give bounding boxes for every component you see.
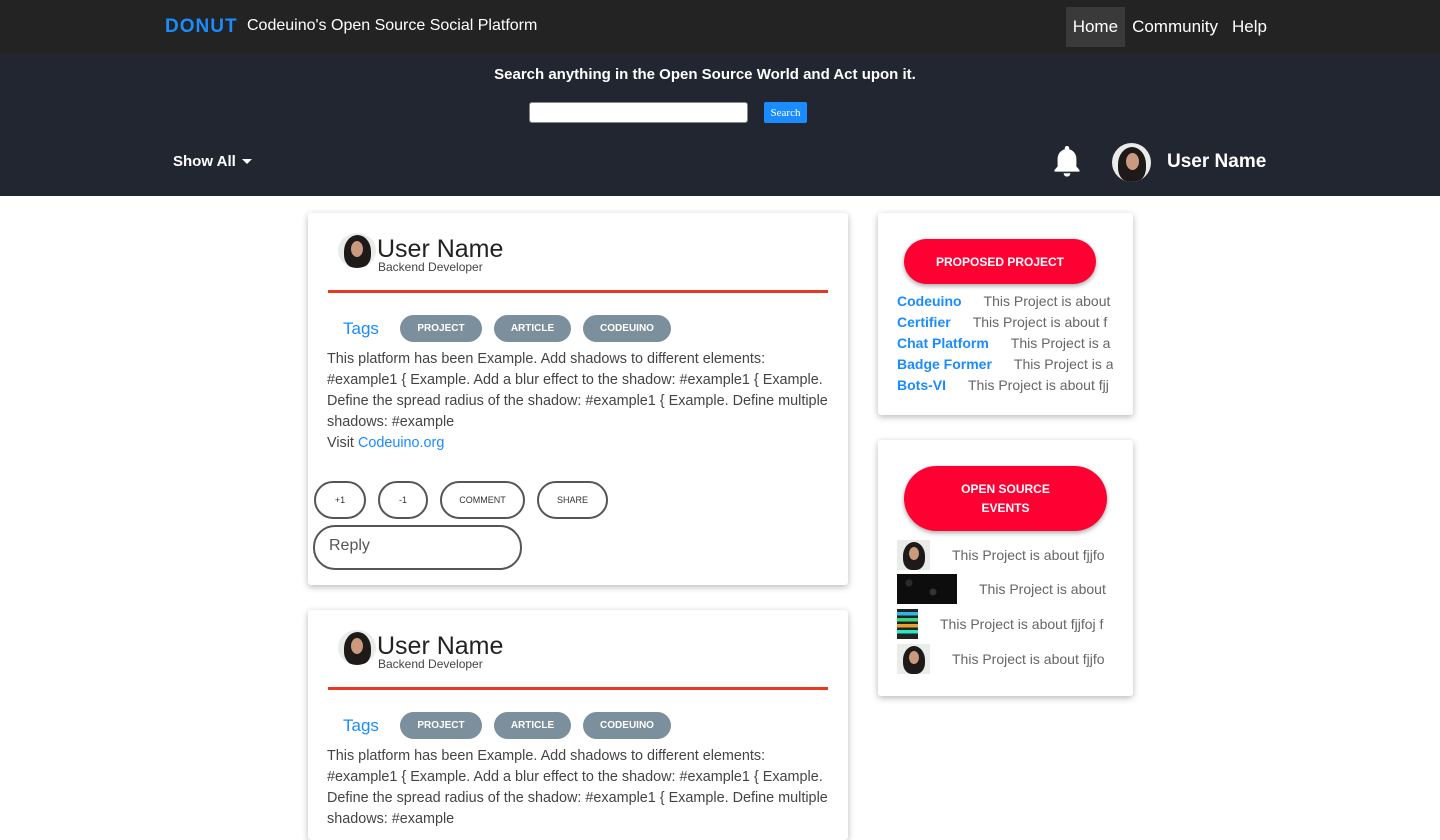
nav-links: Home Community Help <box>1065 7 1274 47</box>
list-item: Badge Former This Project is a <box>897 356 1113 377</box>
tag-project[interactable]: PROJECT <box>400 315 482 342</box>
event-thumbnail[interactable] <box>897 540 930 570</box>
post-body: This platform has been Example. Add shad… <box>327 746 832 830</box>
bell-icon[interactable] <box>1051 144 1083 178</box>
project-desc: This Project is about f <box>972 314 1108 330</box>
project-link[interactable]: Codeuino <box>897 293 962 309</box>
project-desc: This Project is a <box>1010 335 1111 351</box>
proposed-projects-card: PROPOSED PROJECT Codeuino This Project is… <box>878 213 1133 415</box>
chevron-down-icon <box>241 159 252 164</box>
site-tagline: Codeuino's Open Source Social Platform <box>247 17 538 34</box>
avatar[interactable] <box>338 233 376 268</box>
nav-community-link[interactable]: Community <box>1125 7 1225 47</box>
list-item: Codeuino This Project is about <box>897 293 1113 314</box>
tags-label: Tags <box>343 716 379 735</box>
event-thumbnail[interactable] <box>897 609 918 639</box>
project-link[interactable]: Badge Former <box>897 356 992 372</box>
avatar[interactable] <box>338 630 376 665</box>
project-link[interactable]: Certifier <box>897 314 951 330</box>
list-item: Bots-VI This Project is about fjj <box>897 377 1113 398</box>
brand-logo[interactable]: DONUT <box>165 16 238 38</box>
divider <box>328 687 828 690</box>
comment-button[interactable]: COMMENT <box>440 481 525 519</box>
event-desc: This Project is about fjjfo <box>952 547 1105 563</box>
visit-link[interactable]: Codeuino.org <box>358 435 444 451</box>
list-item: This Project is about fjjfoj f <box>897 609 1113 639</box>
search-button[interactable]: Search <box>764 102 807 123</box>
post-text: This platform has been Example. Add shad… <box>327 351 828 430</box>
post-author-role: Backend Developer <box>378 260 483 274</box>
event-desc: This Project is about fjjfo <box>952 651 1105 667</box>
project-link[interactable]: Chat Platform <box>897 335 989 351</box>
current-user-name[interactable]: User Name <box>1167 151 1266 173</box>
project-desc: This Project is a <box>1013 356 1113 372</box>
downvote-button[interactable]: -1 <box>378 481 428 519</box>
user-avatar[interactable] <box>1112 143 1151 182</box>
list-item: Certifier This Project is about f <box>897 314 1113 335</box>
upvote-button[interactable]: +1 <box>314 481 366 519</box>
list-item: This Project is about fjjfo <box>897 540 1113 570</box>
project-desc: This Project is about <box>983 293 1111 309</box>
event-desc: This Project is about <box>979 581 1106 597</box>
search-input[interactable] <box>529 102 748 123</box>
open-source-events-card: OPEN SOURCE EVENTS This Project is about… <box>878 440 1133 696</box>
nav-help-link[interactable]: Help <box>1225 7 1274 47</box>
event-thumbnail[interactable] <box>897 644 930 674</box>
search-heading: Search anything in the Open Source World… <box>494 66 916 83</box>
reply-input[interactable]: Reply <box>313 525 522 570</box>
open-source-events-button[interactable]: OPEN SOURCE EVENTS <box>904 466 1107 531</box>
post-body: This platform has been Example. Add shad… <box>327 349 832 454</box>
tag-article[interactable]: ARTICLE <box>494 315 571 342</box>
project-desc: This Project is about fjj <box>968 377 1109 393</box>
event-thumbnail[interactable] <box>897 574 957 604</box>
visit-label: Visit <box>327 435 354 451</box>
top-navbar: DONUT Codeuino's Open Source Social Plat… <box>0 0 1440 54</box>
post-card: User Name Backend Developer Tags PROJECT… <box>308 213 848 585</box>
tags-label: Tags <box>343 319 379 338</box>
search-header: Search anything in the Open Source World… <box>0 54 1440 196</box>
list-item: Chat Platform This Project is a <box>897 335 1113 356</box>
show-all-label: Show All <box>173 153 236 170</box>
list-item: This Project is about <box>897 574 1113 604</box>
tag-codeuino[interactable]: CODEUINO <box>583 712 671 739</box>
show-all-dropdown[interactable]: Show All <box>173 153 252 170</box>
share-button[interactable]: SHARE <box>537 481 608 519</box>
list-item: This Project is about fjjfo <box>897 644 1113 674</box>
project-link[interactable]: Bots-VI <box>897 377 946 393</box>
proposed-project-button[interactable]: PROPOSED PROJECT <box>904 239 1096 284</box>
tag-article[interactable]: ARTICLE <box>494 712 571 739</box>
post-author-role: Backend Developer <box>378 657 483 671</box>
nav-home-link[interactable]: Home <box>1065 7 1126 47</box>
tag-codeuino[interactable]: CODEUINO <box>583 315 671 342</box>
post-text: This platform has been Example. Add shad… <box>327 748 828 827</box>
divider <box>328 290 828 293</box>
event-desc: This Project is about fjjfoj f <box>940 616 1104 632</box>
post-card: User Name Backend Developer Tags PROJECT… <box>308 610 848 840</box>
tag-project[interactable]: PROJECT <box>400 712 482 739</box>
